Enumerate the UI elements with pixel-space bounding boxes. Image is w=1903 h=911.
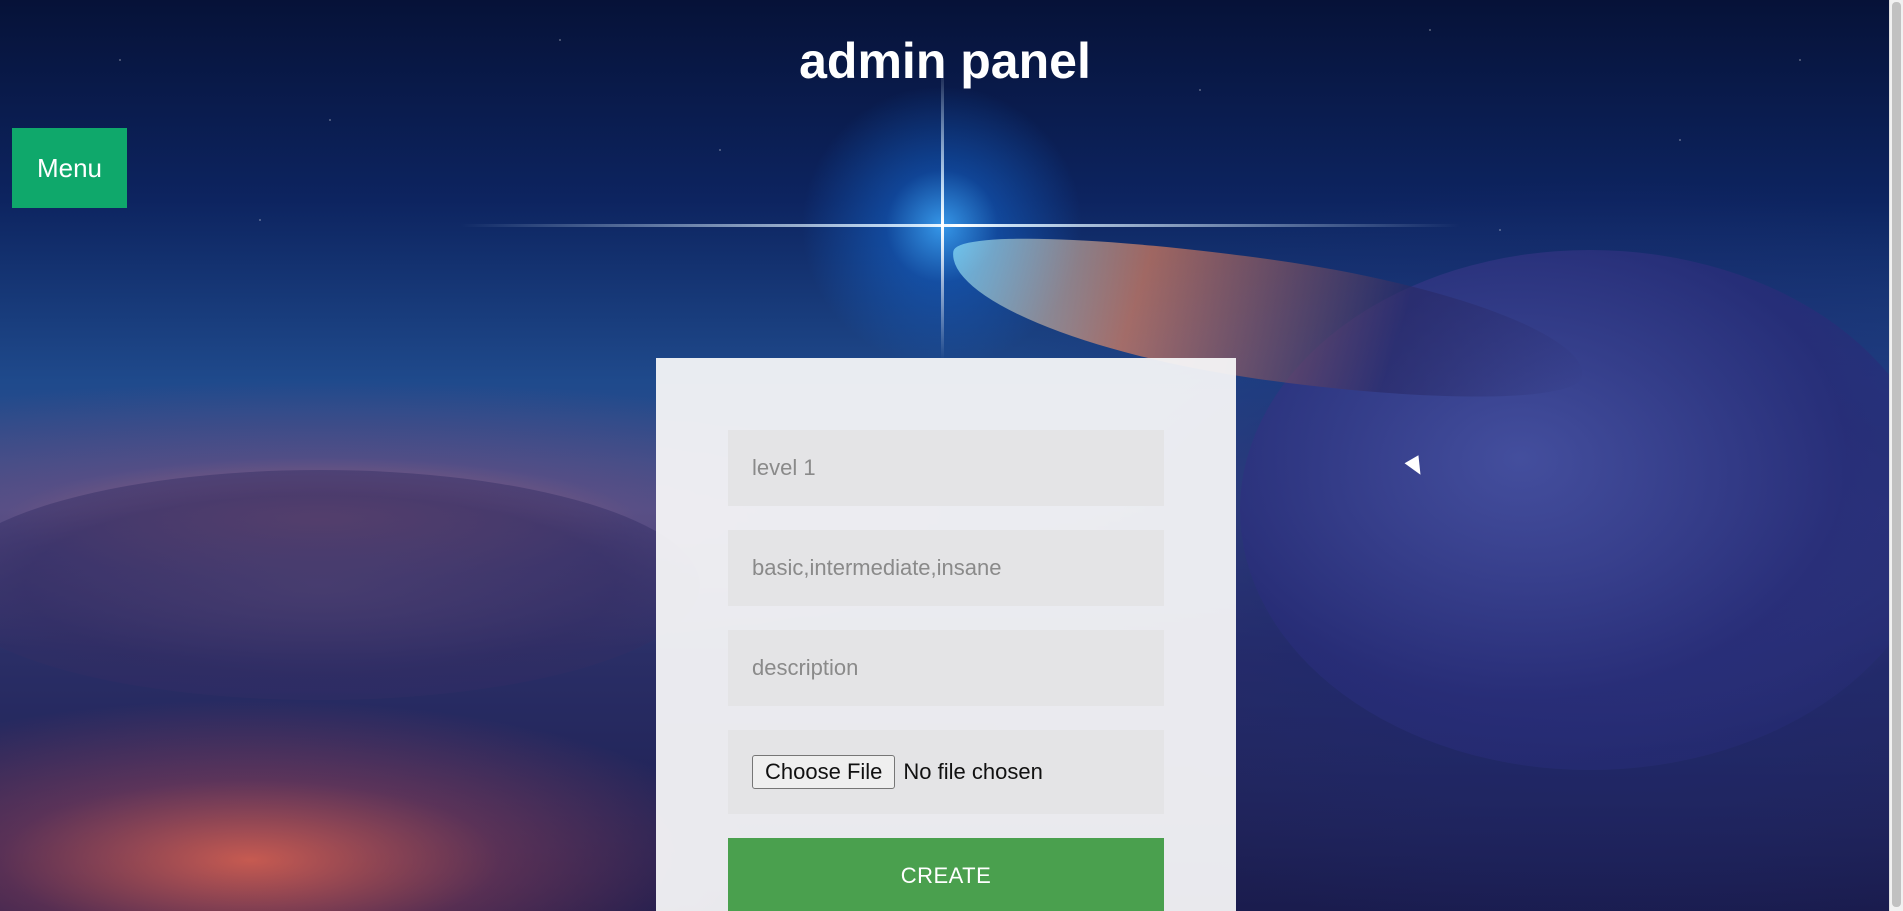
create-level-panel: Choose File No file chosen CREATE [656, 358, 1236, 911]
star-flare-horizontal [460, 224, 1460, 227]
file-status-text: No file chosen [903, 759, 1043, 784]
level-input[interactable] [728, 430, 1164, 506]
file-upload-field: Choose File No file chosen [728, 730, 1164, 814]
page-title: admin panel [799, 33, 1091, 89]
star-flare-vertical [941, 60, 944, 360]
vertical-scrollbar[interactable] [1889, 0, 1903, 911]
choose-file-button[interactable]: Choose File [752, 755, 896, 789]
page-background: admin panel Menu Choose File No file cho… [0, 0, 1903, 911]
menu-button[interactable]: Menu [12, 128, 127, 208]
difficulty-input[interactable] [728, 530, 1164, 606]
scrollbar-thumb[interactable] [1892, 2, 1901, 907]
create-button[interactable]: CREATE [728, 838, 1164, 911]
description-input[interactable] [728, 630, 1164, 706]
